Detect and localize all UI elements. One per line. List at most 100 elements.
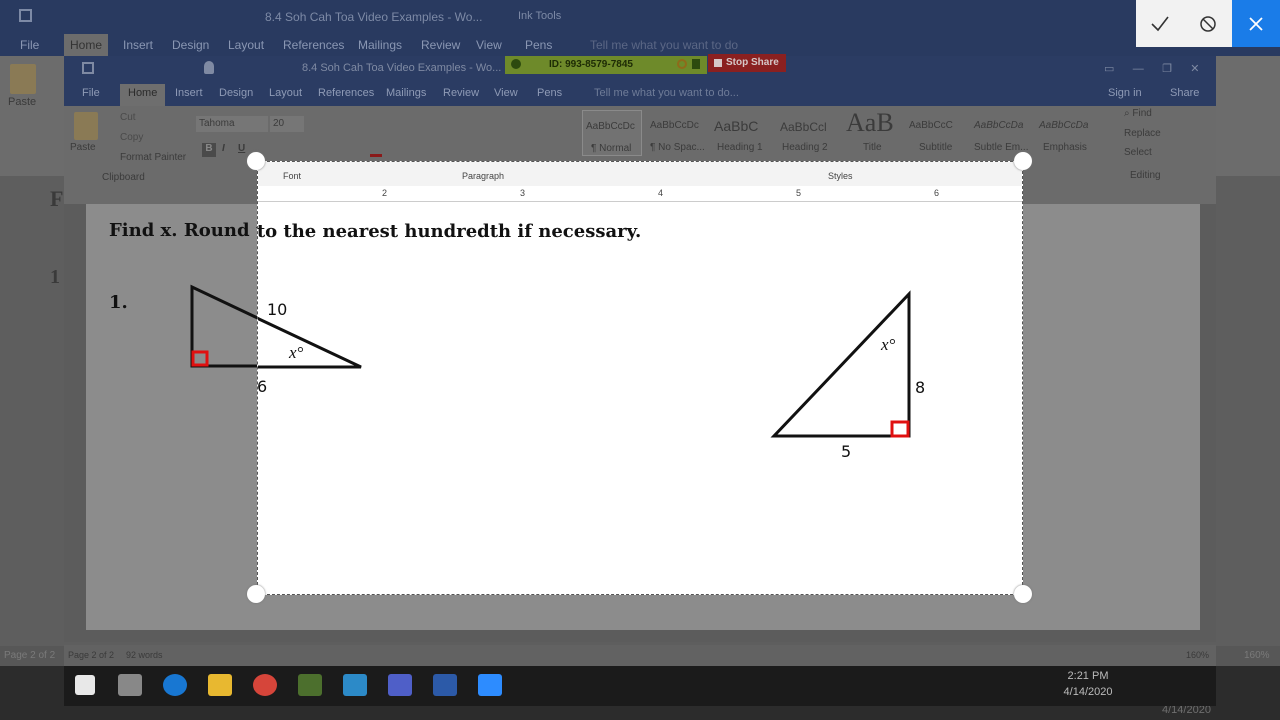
problem-2-adjacent-label: 5 bbox=[841, 442, 852, 461]
close-button[interactable] bbox=[1232, 0, 1280, 47]
word-taskbar-icon[interactable] bbox=[433, 674, 457, 696]
problem-1-angle-label: x° bbox=[289, 343, 304, 362]
bg-tab[interactable]: Review bbox=[421, 38, 460, 52]
bg-tell-me[interactable]: Tell me what you want to do bbox=[590, 38, 738, 52]
bg-paste-icon[interactable] bbox=[10, 64, 36, 94]
paste-label[interactable]: Paste bbox=[70, 142, 96, 153]
find-button[interactable]: ⌕ Find bbox=[1124, 108, 1152, 119]
resize-handle-top-right[interactable] bbox=[1014, 152, 1032, 170]
inner-window-title: 8.4 Soh Cah Toa Video Examples - Wo... bbox=[302, 62, 502, 74]
bg-tab[interactable]: Mailings bbox=[358, 38, 402, 52]
underline-button[interactable]: U bbox=[238, 143, 245, 154]
style-subtitle[interactable]: AaBbCcC bbox=[909, 120, 953, 131]
bg-tab[interactable]: File bbox=[20, 38, 39, 52]
style-title[interactable]: AaB bbox=[846, 108, 894, 138]
bg-tab[interactable]: Pens bbox=[525, 38, 552, 52]
confirm-button[interactable] bbox=[1148, 0, 1172, 47]
tab-home[interactable]: Home bbox=[120, 84, 166, 106]
bg-tab[interactable]: View bbox=[476, 38, 502, 52]
bg-tab[interactable]: Layout bbox=[228, 38, 264, 52]
style-heading-2[interactable]: AaBbCcl bbox=[780, 120, 827, 134]
tab-design[interactable]: Design bbox=[219, 87, 253, 99]
tab-review[interactable]: Review bbox=[443, 87, 479, 99]
bg-tab[interactable]: Design bbox=[172, 38, 209, 52]
meeting-id: ID: 993-8579-7845 bbox=[549, 59, 633, 70]
resize-handle-top-left[interactable] bbox=[247, 152, 265, 170]
stop-share-button[interactable]: Stop Share bbox=[708, 54, 786, 72]
bg-tab[interactable]: Insert bbox=[123, 38, 153, 52]
italic-button[interactable]: I bbox=[222, 143, 225, 154]
font-color-icon[interactable] bbox=[370, 154, 382, 157]
format-painter-button[interactable]: Format Painter bbox=[120, 152, 186, 163]
inner-ribbon-tabs: File Home Insert Design Layout Reference… bbox=[64, 82, 1216, 106]
zoom-level[interactable]: 160% bbox=[1186, 650, 1209, 660]
zoom-meeting-bar: ID: 993-8579-7845 bbox=[505, 56, 707, 74]
select-button[interactable]: Select bbox=[1124, 147, 1152, 158]
style-emphasis[interactable]: AaBbCcDa bbox=[1039, 120, 1088, 131]
share-button[interactable]: Share bbox=[1170, 87, 1199, 99]
resize-handle-bottom-right[interactable] bbox=[1014, 585, 1032, 603]
status-icon bbox=[677, 59, 687, 69]
bg-title-bar: 8.4 Soh Cah Toa Video Examples - Wo... I… bbox=[0, 0, 1280, 34]
check-icon bbox=[1151, 16, 1169, 32]
tab-view[interactable]: View bbox=[494, 87, 518, 99]
bg-tab-active[interactable]: Home bbox=[64, 34, 109, 56]
screen: 8.4 Soh Cah Toa Video Examples - Wo... I… bbox=[0, 0, 1280, 720]
bg-zoom: 160% bbox=[1244, 650, 1270, 661]
bg-page-status: Page 2 of 2 bbox=[4, 650, 56, 661]
style-emphasis-name: Emphasis bbox=[1043, 142, 1087, 153]
file-explorer-icon[interactable] bbox=[208, 674, 232, 696]
tab-file[interactable]: File bbox=[82, 87, 100, 99]
save-icon[interactable] bbox=[19, 9, 32, 22]
tell-me-input[interactable]: Tell me what you want to do... bbox=[594, 87, 739, 99]
app-icon[interactable] bbox=[298, 674, 322, 696]
snip-toolbar bbox=[1136, 0, 1232, 47]
tab-insert[interactable]: Insert bbox=[175, 87, 203, 99]
font-name-field[interactable]: Tahoma bbox=[196, 116, 268, 132]
task-view-icon[interactable] bbox=[118, 674, 142, 696]
resize-handle-bottom-left[interactable] bbox=[247, 585, 265, 603]
clock-time: 2:21 PM bbox=[1067, 670, 1109, 682]
bold-button[interactable]: B bbox=[202, 143, 216, 157]
font-size-field[interactable]: 20 bbox=[270, 116, 304, 132]
bg-paste-label[interactable]: Paste bbox=[8, 96, 36, 108]
paste-icon[interactable] bbox=[74, 112, 98, 140]
chrome-icon[interactable] bbox=[253, 674, 277, 696]
style-normal[interactable]: AaBbCcDc ¶ Normal bbox=[582, 110, 642, 156]
notes-icon[interactable] bbox=[343, 674, 367, 696]
close-icon bbox=[1249, 17, 1263, 31]
signal-icon bbox=[511, 59, 521, 69]
tab-references[interactable]: References bbox=[318, 87, 374, 99]
zoom-taskbar-icon[interactable] bbox=[478, 674, 502, 696]
problem-1-adjacent-label: 6 bbox=[257, 377, 268, 396]
style-subtle-emphasis[interactable]: AaBbCcDa bbox=[974, 120, 1023, 131]
teams-icon[interactable] bbox=[388, 674, 412, 696]
save-icon[interactable] bbox=[82, 62, 94, 74]
stop-share-label: Stop Share bbox=[726, 57, 779, 68]
edge-icon[interactable] bbox=[163, 674, 187, 696]
tab-layout[interactable]: Layout bbox=[269, 87, 302, 99]
problem-2-angle-label: x° bbox=[881, 335, 896, 354]
style-no-spacing[interactable]: AaBbCcDc bbox=[650, 120, 699, 131]
bg-ribbon-tabs: File Home Insert Design Layout Reference… bbox=[0, 34, 1280, 56]
inner-taskbar: 2:21 PM 4/14/2020 bbox=[64, 666, 1216, 706]
problem-1-hypotenuse-label: 10 bbox=[267, 300, 288, 319]
replace-button[interactable]: Replace bbox=[1124, 128, 1161, 139]
windows-start-icon[interactable] bbox=[75, 675, 95, 695]
word-count: 92 words bbox=[126, 650, 163, 660]
tab-pens[interactable]: Pens bbox=[537, 87, 562, 99]
bg-window-title: 8.4 Soh Cah Toa Video Examples - Wo... bbox=[265, 10, 483, 24]
tab-mailings[interactable]: Mailings bbox=[386, 87, 426, 99]
cut-button[interactable]: Cut bbox=[120, 112, 136, 123]
style-subtitle-name: Subtitle bbox=[919, 142, 953, 153]
sign-in-link[interactable]: Sign in bbox=[1108, 87, 1142, 99]
touch-mode-icon[interactable] bbox=[204, 61, 214, 74]
bg-tab[interactable]: References bbox=[283, 38, 344, 52]
editing-group-label: Editing bbox=[1130, 170, 1161, 181]
bg-tool-label: Ink Tools bbox=[518, 10, 562, 22]
copy-button[interactable]: Copy bbox=[120, 132, 143, 143]
inner-status-bar: Page 2 of 2 92 words 160% bbox=[64, 645, 1216, 666]
style-heading-1[interactable]: AaBbC bbox=[714, 118, 758, 134]
cancel-button[interactable] bbox=[1196, 0, 1220, 47]
snip-selection-region[interactable]: Font Paragraph Styles 2 3 4 5 6 Find x. … bbox=[257, 161, 1023, 595]
